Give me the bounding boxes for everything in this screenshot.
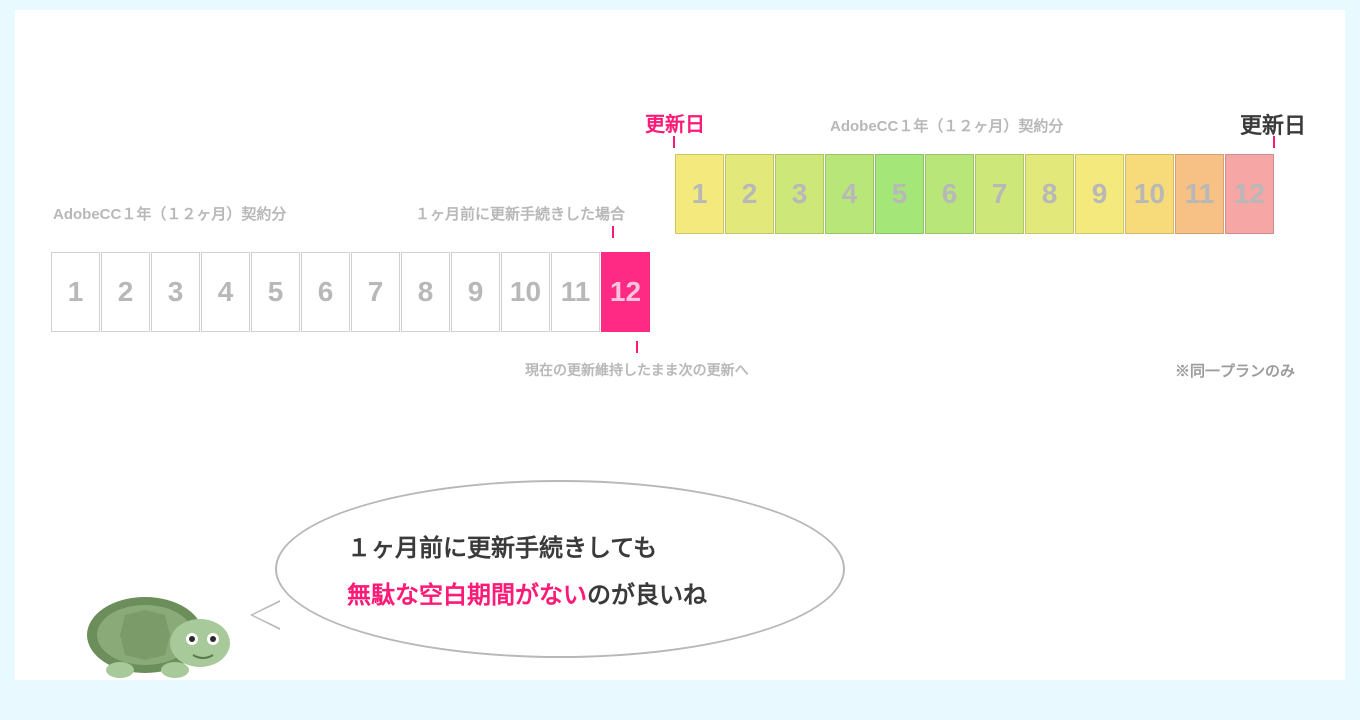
- month-cell-right-11: 11: [1175, 154, 1224, 234]
- timeline-right: 123456789101112: [675, 154, 1275, 234]
- month-cell-left-2: 2: [101, 252, 150, 332]
- month-cell-left-12: 12: [601, 252, 650, 332]
- month-cell-right-8: 8: [1025, 154, 1074, 234]
- month-cell-left-10: 10: [501, 252, 550, 332]
- month-cell-right-10: 10: [1125, 154, 1174, 234]
- speech-bubble: １ヶ月前に更新手続きしても 無駄な空白期間がないのが良いね: [275, 480, 845, 658]
- month-cell-right-5: 5: [875, 154, 924, 234]
- month-cell-left-3: 3: [151, 252, 200, 332]
- month-cell-right-9: 9: [1075, 154, 1124, 234]
- speech-tail: [250, 600, 280, 630]
- month-cell-left-9: 9: [451, 252, 500, 332]
- label-renewal-center: 更新日: [645, 108, 705, 137]
- month-cell-right-7: 7: [975, 154, 1024, 234]
- month-cell-right-2: 2: [725, 154, 774, 234]
- month-cell-left-8: 8: [401, 252, 450, 332]
- turtle-character: [75, 565, 235, 695]
- tick-renewal-center: [673, 136, 675, 148]
- month-cell-right-12: 12: [1225, 154, 1274, 234]
- month-cell-left-1: 1: [51, 252, 100, 332]
- month-cell-left-7: 7: [351, 252, 400, 332]
- tick-keep: [636, 341, 638, 353]
- diagram-canvas: AdobeCC１年（１２ヶ月）契約分 １ヶ月前に更新手続きした場合 更新日 Ad…: [15, 10, 1345, 680]
- month-cell-right-1: 1: [675, 154, 724, 234]
- label-same-plan: ※同一プランのみ: [1175, 360, 1295, 381]
- month-cell-right-6: 6: [925, 154, 974, 234]
- month-cell-left-6: 6: [301, 252, 350, 332]
- label-one-month-before: １ヶ月前に更新手続きした場合: [415, 203, 625, 224]
- month-cell-right-3: 3: [775, 154, 824, 234]
- month-cell-left-4: 4: [201, 252, 250, 332]
- month-cell-right-4: 4: [825, 154, 874, 234]
- label-contract-right: AdobeCC１年（１２ヶ月）契約分: [830, 115, 1063, 136]
- tick-renewal-right: [1273, 136, 1275, 148]
- timeline-left: 123456789101112: [51, 252, 651, 332]
- speech-line-2: 無駄な空白期間がないのが良いね: [347, 575, 783, 610]
- tick-one-month: [612, 226, 614, 238]
- label-contract-left: AdobeCC１年（１２ヶ月）契約分: [53, 203, 286, 224]
- month-cell-left-11: 11: [551, 252, 600, 332]
- month-cell-left-5: 5: [251, 252, 300, 332]
- label-keep-renewal: 現在の更新維持したまま次の更新へ: [525, 360, 749, 380]
- speech-line-1: １ヶ月前に更新手続きしても: [347, 528, 783, 563]
